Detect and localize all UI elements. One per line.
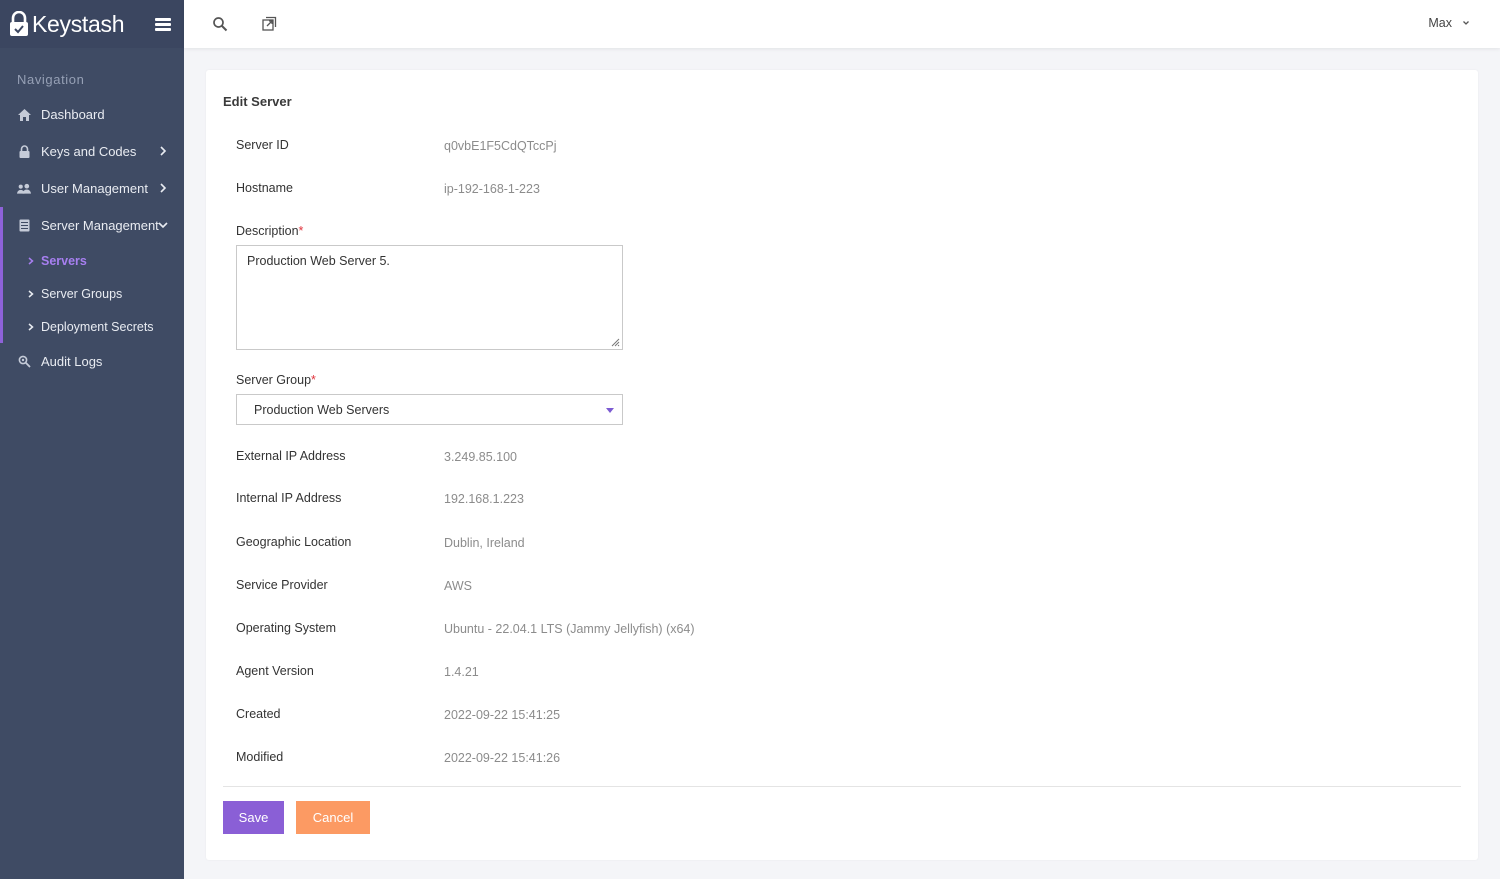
resize-handle-icon[interactable]	[611, 338, 620, 347]
server-management-submenu: Servers Server Groups Deployment Secrets	[0, 244, 184, 343]
caret-down-icon	[606, 408, 614, 413]
save-button[interactable]: Save	[223, 801, 284, 834]
divider	[223, 786, 1461, 787]
location-value: Dublin, Ireland	[444, 536, 525, 550]
sidebar-item-label: Keys and Codes	[41, 144, 137, 159]
created-value: 2022-09-22 15:41:25	[444, 708, 561, 722]
user-menu[interactable]: Max	[1428, 16, 1470, 30]
hostname-label: Hostname	[236, 181, 293, 195]
chevron-right-icon	[28, 322, 34, 331]
brand-name: Keystash	[32, 10, 125, 37]
fullscreen-icon[interactable]	[261, 16, 277, 32]
sidebar-item-dashboard[interactable]: Dashboard	[0, 96, 184, 133]
users-icon	[17, 182, 31, 196]
sidebar-subitem-label: Deployment Secrets	[41, 319, 154, 334]
agent-version-value: 1.4.21	[444, 665, 479, 679]
location-label: Geographic Location	[236, 535, 352, 549]
cancel-button[interactable]: Cancel	[296, 801, 370, 834]
sidebar-subitem-servers[interactable]: Servers	[3, 244, 184, 277]
modified-label: Modified	[236, 750, 284, 764]
search-icon[interactable]	[212, 16, 228, 32]
brand: Keystash	[0, 0, 184, 48]
internal-ip-label: Internal IP Address	[236, 491, 342, 505]
sidebar-item-audit-logs[interactable]: Audit Logs	[0, 343, 184, 380]
nav-heading: Navigation	[17, 72, 85, 87]
sidebar-item-user-management[interactable]: User Management	[0, 170, 184, 207]
chevron-right-icon	[160, 183, 167, 193]
sidebar-item-label: Server Management	[41, 218, 159, 233]
edit-server-card: Edit Server Server ID q0vbE1F5CdQTccPj H…	[206, 70, 1478, 860]
sidebar-subitem-deployment-secrets[interactable]: Deployment Secrets	[3, 310, 184, 343]
external-ip-label: External IP Address	[236, 449, 346, 463]
server-group-selected: Production Web Servers	[254, 402, 390, 417]
sidebar-item-label: Dashboard	[41, 107, 105, 122]
provider-label: Service Provider	[236, 578, 328, 592]
sidebar-subitem-label: Servers	[41, 253, 87, 268]
lock-icon	[17, 145, 31, 159]
chevron-down-icon	[158, 222, 168, 229]
sidebar-item-label: User Management	[41, 181, 148, 196]
agent-version-label: Agent Version	[236, 664, 314, 678]
server-id-value: q0vbE1F5CdQTccPj	[444, 139, 557, 153]
chevron-down-icon	[1463, 21, 1469, 25]
user-name: Max	[1428, 16, 1452, 30]
sidebar-subitem-server-groups[interactable]: Server Groups	[3, 277, 184, 310]
internal-ip-value: 192.168.1.223	[444, 492, 524, 506]
keystash-logo-icon	[10, 11, 28, 36]
os-value: Ubuntu - 22.04.1 LTS (Jammy Jellyfish) (…	[444, 622, 695, 636]
menu-toggle-icon[interactable]	[155, 18, 171, 31]
modified-value: 2022-09-22 15:41:26	[444, 751, 561, 765]
provider-value: AWS	[444, 579, 473, 593]
server-group-label: Server Group*	[236, 373, 316, 387]
required-marker: *	[311, 373, 316, 387]
created-label: Created	[236, 707, 281, 721]
server-group-select[interactable]: Production Web Servers	[236, 394, 623, 425]
sidebar-item-keys-and-codes[interactable]: Keys and Codes	[0, 133, 184, 170]
description-label: Description*	[236, 224, 304, 238]
hostname-value: ip-192-168-1-223	[444, 182, 540, 196]
topbar: Max	[184, 0, 1500, 48]
os-label: Operating System	[236, 621, 337, 635]
sidebar-item-server-management[interactable]: Server Management	[0, 207, 184, 244]
server-id-label: Server ID	[236, 138, 289, 152]
description-textarea[interactable]: Production Web Server 5.	[236, 245, 623, 350]
required-marker: *	[298, 224, 304, 238]
sidebar: Keystash Navigation Dashboard Keys and C…	[0, 0, 184, 879]
chevron-right-icon	[160, 146, 167, 156]
external-ip-value: 3.249.85.100	[444, 450, 517, 464]
sidebar-item-label: Audit Logs	[41, 354, 103, 369]
sidebar-subitem-label: Server Groups	[41, 286, 123, 301]
card-title: Edit Server	[223, 94, 292, 109]
home-icon	[17, 108, 31, 122]
chevron-right-icon	[28, 256, 34, 265]
search-zoom-icon	[17, 355, 31, 369]
description-text: Production Web Server 5.	[247, 254, 390, 268]
chevron-right-icon	[28, 289, 34, 298]
server-icon	[17, 219, 31, 233]
